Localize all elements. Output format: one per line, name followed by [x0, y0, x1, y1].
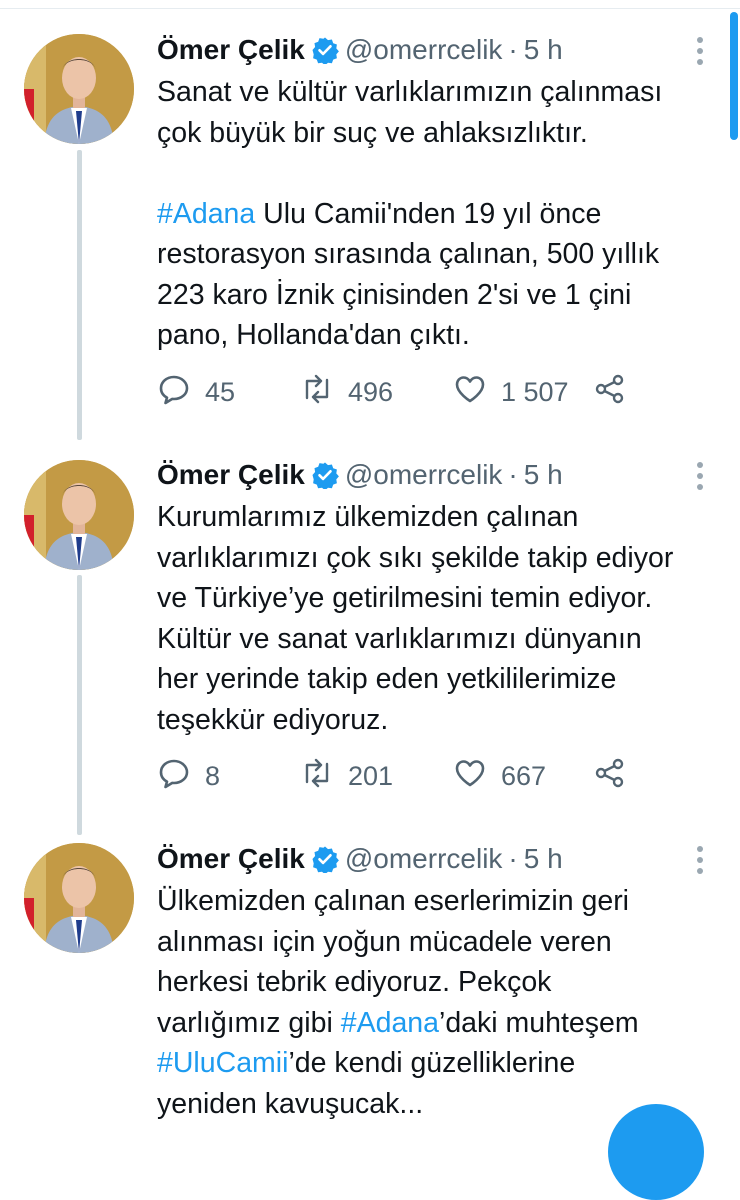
share-button[interactable] — [593, 372, 627, 413]
author-name[interactable]: Ömer Çelik — [157, 459, 305, 491]
reply-icon — [157, 372, 191, 413]
avatar[interactable] — [24, 460, 134, 570]
author-handle[interactable]: @omerrcelik — [345, 34, 503, 66]
retweet-button[interactable]: 496 — [300, 372, 453, 413]
like-count: 667 — [501, 760, 547, 791]
tweet-text: Sanat ve kültür varlıklarımızın çalınmas… — [157, 72, 717, 356]
tweet-actions: 45 496 1 507 — [157, 372, 627, 412]
hashtag-link[interactable]: #Adana — [157, 198, 255, 230]
more-icon[interactable] — [688, 34, 712, 70]
share-icon — [593, 756, 627, 797]
reply-button[interactable]: 45 — [157, 372, 300, 413]
like-button[interactable]: 1 507 — [453, 372, 593, 413]
avatar[interactable] — [24, 843, 134, 953]
timestamp[interactable]: 5 h — [524, 843, 563, 875]
more-icon[interactable] — [688, 843, 712, 879]
verified-badge-icon — [311, 461, 339, 491]
tweet-actions: 8 201 667 — [157, 756, 627, 796]
author-handle[interactable]: @omerrcelik — [345, 459, 503, 491]
hashtag-link[interactable]: #UluCamii — [157, 1047, 288, 1079]
share-button[interactable] — [593, 756, 627, 797]
top-divider — [0, 0, 740, 9]
like-button[interactable]: 667 — [453, 756, 593, 797]
tweet-header: Ömer Çelik @omerrcelik · 5 h — [157, 28, 717, 72]
thread-line — [77, 150, 82, 440]
text-segment: ’daki muhteşem — [439, 1006, 639, 1039]
separator: · — [508, 34, 518, 65]
reply-button[interactable]: 8 — [157, 756, 300, 797]
heart-icon — [453, 372, 487, 413]
reply-icon — [157, 756, 191, 797]
timestamp[interactable]: 5 h — [524, 459, 563, 491]
author-name[interactable]: Ömer Çelik — [157, 843, 305, 875]
verified-badge-icon — [311, 36, 339, 66]
tweet-header: Ömer Çelik @omerrcelik · 5 h — [157, 837, 717, 881]
share-icon — [593, 372, 627, 413]
hashtag-link[interactable]: #Adana — [341, 1007, 439, 1039]
avatar[interactable] — [24, 34, 134, 144]
tweet-text: Kurumlarımız ülkemizden çalınan varlıkla… — [157, 497, 717, 740]
verified-badge-icon — [311, 845, 339, 875]
text-segment: Kurumlarımız ülkemizden çalınan varlıkla… — [157, 501, 674, 736]
reply-count: 45 — [205, 376, 236, 407]
thread-line — [77, 575, 82, 835]
scrollbar[interactable] — [730, 12, 738, 140]
compose-button[interactable] — [608, 1104, 704, 1200]
reply-count: 8 — [205, 760, 221, 791]
separator: · — [508, 459, 518, 490]
tweet-header: Ömer Çelik @omerrcelik · 5 h — [157, 453, 717, 497]
author-handle[interactable]: @omerrcelik — [345, 843, 503, 875]
author-name[interactable]: Ömer Çelik — [157, 34, 305, 66]
timestamp[interactable]: 5 h — [524, 34, 563, 66]
tweet-text: Ülkemizden çalınan eserlerimizin geri al… — [157, 881, 717, 1124]
text-segment: Sanat ve kültür varlıklarımızın çalınmas… — [157, 76, 663, 149]
retweet-icon — [300, 372, 334, 413]
separator: · — [508, 843, 518, 874]
heart-icon — [453, 756, 487, 797]
more-icon[interactable] — [688, 459, 712, 495]
like-count: 1 507 — [501, 376, 569, 407]
retweet-button[interactable]: 201 — [300, 756, 453, 797]
retweet-count: 201 — [348, 760, 394, 791]
retweet-icon — [300, 756, 334, 797]
retweet-count: 496 — [348, 376, 394, 407]
